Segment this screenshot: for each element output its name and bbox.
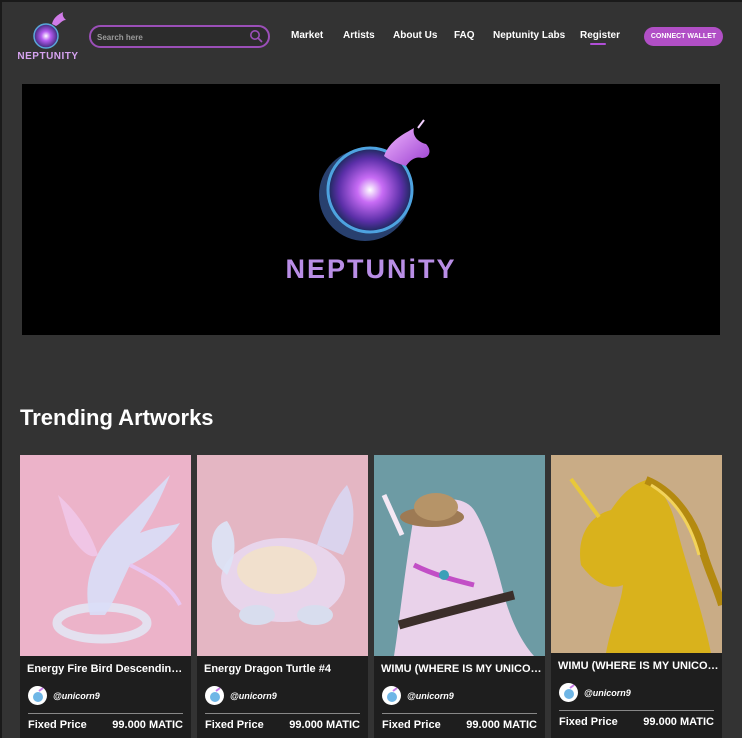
hero-orb-icon [319, 119, 430, 241]
connect-wallet-button[interactable]: CONNECT WALLET [644, 27, 723, 46]
creator-name[interactable]: @unicorn9 [53, 691, 100, 701]
nav-artists[interactable]: Artists [343, 30, 375, 41]
price-type: Fixed Price [205, 719, 264, 731]
search-icon[interactable] [249, 29, 263, 43]
artwork-title[interactable]: WIMU (WHERE IS MY UNICORN)... [558, 660, 719, 672]
search-input[interactable] [97, 30, 247, 44]
card-divider [382, 713, 537, 714]
creator-name[interactable]: @unicorn9 [230, 691, 277, 701]
creator-name[interactable]: @unicorn9 [584, 688, 631, 698]
artwork-image[interactable] [197, 455, 368, 656]
artwork-image[interactable] [551, 455, 722, 653]
creator-avatar[interactable] [205, 686, 224, 705]
nav-neptunity-labs[interactable]: Neptunity Labs [493, 30, 565, 41]
hero-banner: NEPTUNiTY [22, 84, 720, 335]
artwork-card[interactable]: Energy Fire Bird Descending in... @unico… [20, 455, 191, 738]
hero-wordmark: NEPTUNiTY [285, 254, 457, 284]
artwork-title[interactable]: Energy Fire Bird Descending in... [27, 663, 188, 675]
nav-register[interactable]: Register [580, 30, 620, 41]
artwork-card[interactable]: WIMU (WHERE IS MY UNICORN)... @unicorn9 … [551, 455, 722, 738]
nav-faq[interactable]: FAQ [454, 30, 475, 41]
artwork-title[interactable]: Energy Dragon Turtle #4 [204, 663, 365, 675]
nav-market[interactable]: Market [291, 30, 323, 41]
card-divider [28, 713, 183, 714]
price-value: 99.000 MATIC [466, 719, 537, 731]
brand-logo[interactable]: NEPTUNITY [16, 8, 80, 64]
creator-avatar[interactable] [559, 683, 578, 702]
card-divider [205, 713, 360, 714]
creator-avatar[interactable] [28, 686, 47, 705]
artwork-image[interactable] [374, 455, 545, 656]
artwork-image[interactable] [20, 455, 191, 656]
creator-avatar[interactable] [382, 686, 401, 705]
price-value: 99.000 MATIC [289, 719, 360, 731]
nav-active-indicator [590, 43, 606, 45]
price-value: 99.000 MATIC [643, 716, 714, 728]
nav-about-us[interactable]: About Us [393, 30, 437, 41]
creator-name[interactable]: @unicorn9 [407, 691, 454, 701]
price-type: Fixed Price [28, 719, 87, 731]
artwork-title[interactable]: WIMU (WHERE IS MY UNICORN)... [381, 663, 542, 675]
artwork-card[interactable]: Energy Dragon Turtle #4 @unicorn9 Fixed … [197, 455, 368, 738]
card-divider [559, 710, 714, 711]
window-frame-left [0, 0, 2, 738]
site-header: NEPTUNITY Market Artists About Us FAQ Ne… [0, 0, 742, 74]
logo-wordmark: NEPTUNITY [17, 51, 79, 62]
search-bar[interactable] [89, 25, 270, 48]
price-type: Fixed Price [382, 719, 441, 731]
price-value: 99.000 MATIC [112, 719, 183, 731]
neptunity-orb-icon [33, 12, 66, 49]
price-type: Fixed Price [559, 716, 618, 728]
artwork-card[interactable]: WIMU (WHERE IS MY UNICORN)... @unicorn9 … [374, 455, 545, 738]
trending-artworks-heading: Trending Artworks [20, 405, 214, 430]
